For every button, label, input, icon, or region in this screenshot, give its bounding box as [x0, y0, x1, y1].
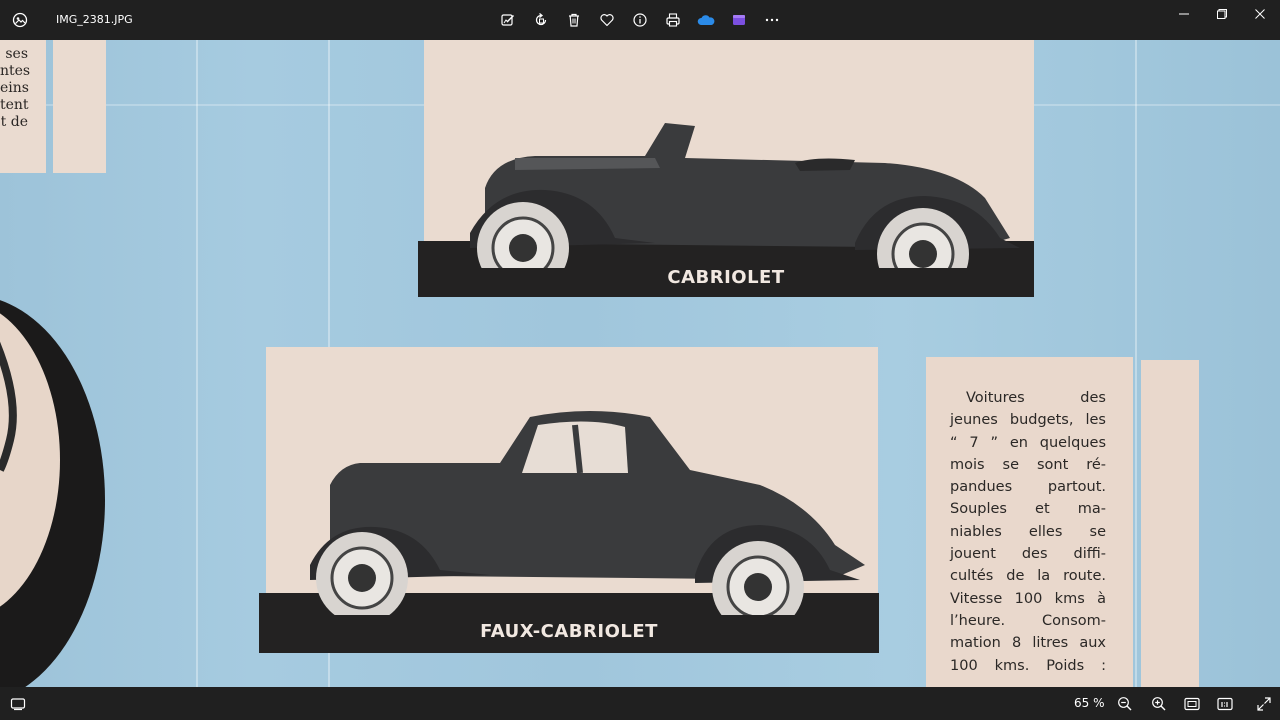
filmstrip-icon[interactable]: [8, 694, 28, 714]
round-emblem: [0, 300, 105, 687]
file-info-icon[interactable]: [626, 6, 654, 34]
zoom-out-icon[interactable]: [1113, 692, 1137, 716]
rotate-icon[interactable]: [527, 6, 555, 34]
left-text-fragment: ses ntes eins tent t de: [0, 46, 31, 130]
cabriolet-caption: CABRIOLET: [667, 266, 785, 288]
fullscreen-icon[interactable]: [1252, 692, 1276, 716]
favorite-heart-icon[interactable]: [593, 6, 621, 34]
status-bar: 65 %: [0, 687, 1280, 720]
window-title: IMG_2381.JPG: [56, 13, 133, 26]
edit-image-icon[interactable]: [494, 6, 522, 34]
delete-icon[interactable]: [560, 6, 588, 34]
cabriolet-car-illustration: [470, 123, 1020, 268]
zoom-level: 65 %: [1074, 696, 1105, 710]
photos-app-icon: [10, 10, 30, 30]
image-viewport[interactable]: ses ntes eins tent t de CABRIOLET FAUX-C…: [0, 40, 1280, 687]
onedrive-cloud-icon[interactable]: [692, 6, 720, 34]
zoom-in-icon[interactable]: [1147, 692, 1171, 716]
title-bar: IMG_2381.JPG: [0, 0, 1280, 40]
faux-cabriolet-caption: FAUX-CABRIOLET: [480, 620, 658, 642]
fit-to-window-icon[interactable]: [1180, 692, 1204, 716]
toolbar: [494, 6, 786, 34]
actual-size-icon[interactable]: [1213, 692, 1237, 716]
more-options-icon[interactable]: [758, 6, 786, 34]
print-icon[interactable]: [659, 6, 687, 34]
faux-cabriolet-car-illustration: [310, 411, 865, 615]
photo: ses ntes eins tent t de CABRIOLET FAUX-C…: [0, 40, 1280, 687]
close-icon[interactable]: [1237, 0, 1280, 28]
photo-body-text: Voitures des jeunes budgets, les “ 7 ” e…: [950, 390, 1106, 674]
clipchamp-icon[interactable]: [725, 6, 753, 34]
